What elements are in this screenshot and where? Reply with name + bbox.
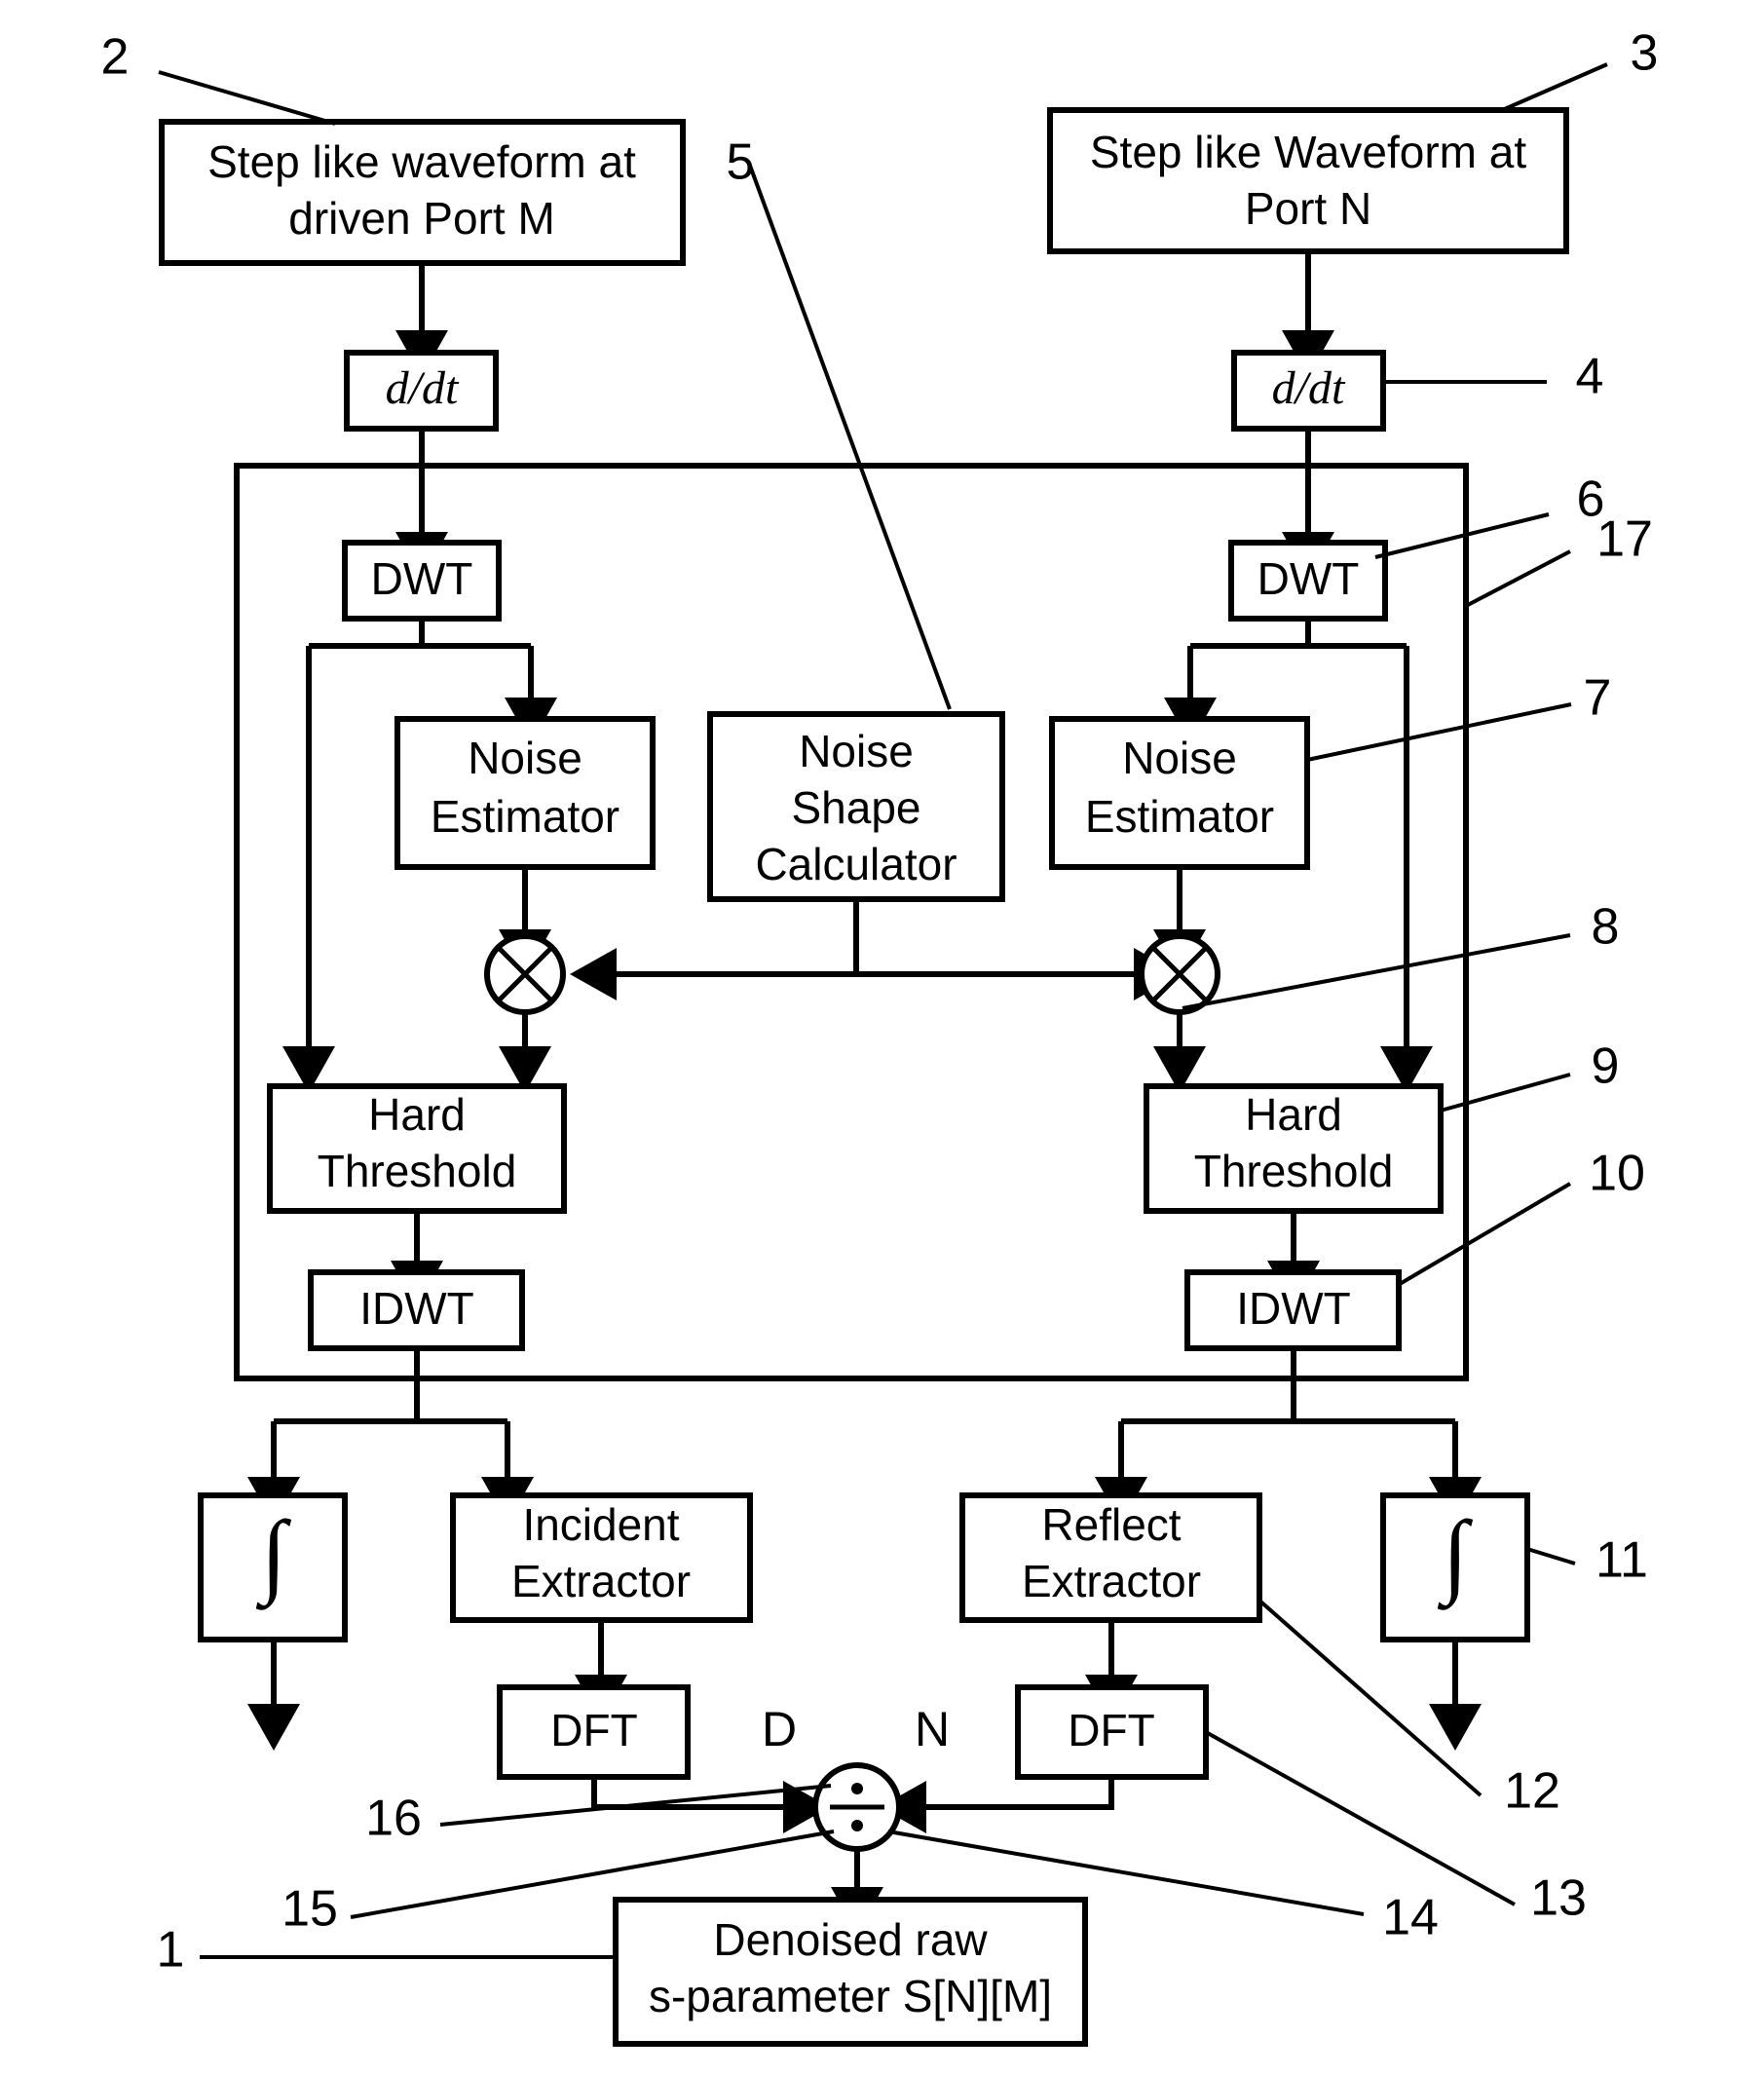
ref-num-11: 11 xyxy=(1595,1532,1648,1589)
dwt-right-label: DWT xyxy=(1257,553,1360,604)
wire-dft-right-to-divider xyxy=(880,1777,1114,1833)
block-diagram-root: Step like waveform at driven Port M Step… xyxy=(0,0,1764,2075)
hard-thresh-left-line1: Hard xyxy=(368,1089,466,1140)
dft-left-label: DFT xyxy=(550,1705,637,1755)
noise-shape-line1: Noise xyxy=(799,726,914,776)
leader-13 xyxy=(1205,1730,1516,1906)
step-n-line1: Step like Waveform at xyxy=(1090,127,1526,177)
hard-thresh-right-line2: Threshold xyxy=(1194,1146,1394,1196)
divider-denominator-label: N xyxy=(915,1702,950,1756)
integrator-right-label: ∫ xyxy=(1437,1501,1474,1610)
ref-num-13: 13 xyxy=(1530,1870,1587,1927)
ref-num-9: 9 xyxy=(1592,1038,1620,1095)
leader-9 xyxy=(1440,1073,1571,1113)
noise-est-right-line1: Noise xyxy=(1122,733,1237,783)
ddt-left-label: d/dt xyxy=(386,362,460,414)
dwt-left-label: DWT xyxy=(371,553,473,604)
hard-thresh-right-line1: Hard xyxy=(1245,1089,1342,1140)
ref-num-10: 10 xyxy=(1589,1146,1645,1202)
ref-num-8: 8 xyxy=(1592,899,1620,956)
leader-17 xyxy=(1465,549,1571,608)
noise-est-left-line1: Noise xyxy=(468,733,582,783)
integrator-left-label: ∫ xyxy=(255,1501,292,1610)
dft-right-label: DFT xyxy=(1068,1705,1154,1755)
leader-2 xyxy=(158,70,336,126)
hard-thresh-left-line2: Threshold xyxy=(318,1146,517,1196)
operator-multiply-left[interactable] xyxy=(484,933,566,1015)
noise-shape-line2: Shape xyxy=(791,782,920,833)
leader-5 xyxy=(748,165,952,710)
ref-num-3: 3 xyxy=(1631,25,1659,82)
idwt-right-label: IDWT xyxy=(1236,1283,1351,1334)
ref-num-14: 14 xyxy=(1382,1890,1439,1946)
divider-numerator-label: D xyxy=(762,1702,797,1756)
noise-est-right-line2: Estimator xyxy=(1085,791,1274,842)
ddt-right-label: d/dt xyxy=(1272,362,1346,414)
operator-multiply-right[interactable] xyxy=(1139,933,1220,1015)
ref-num-16: 16 xyxy=(365,1791,422,1847)
step-m-line1: Step like waveform at xyxy=(207,136,636,187)
diagram-canvas: Step like waveform at driven Port M Step… xyxy=(101,25,1659,2047)
ref-num-4: 4 xyxy=(1576,349,1604,405)
ref-num-12: 12 xyxy=(1504,1763,1560,1820)
incident-extractor-line2: Extractor xyxy=(511,1556,691,1606)
ref-num-1: 1 xyxy=(157,1922,185,1979)
leader-11 xyxy=(1526,1547,1576,1566)
incident-extractor-line1: Incident xyxy=(522,1499,679,1550)
ref-num-5: 5 xyxy=(727,134,755,191)
leader-7 xyxy=(1306,702,1572,762)
noise-shape-line3: Calculator xyxy=(755,839,957,889)
output-line2: s-parameter S[N][M] xyxy=(649,1971,1052,2021)
ref-num-2: 2 xyxy=(101,29,130,86)
idwt-left-label: IDWT xyxy=(359,1283,474,1334)
leader-6 xyxy=(1374,512,1550,559)
reflect-extractor-line1: Reflect xyxy=(1041,1499,1181,1550)
leader-8 xyxy=(1182,933,1571,1010)
ref-num-7: 7 xyxy=(1584,670,1612,727)
output-line1: Denoised raw xyxy=(713,1914,988,1965)
noise-est-left-line2: Estimator xyxy=(431,791,619,842)
leader-3 xyxy=(1499,62,1608,113)
ref-num-15: 15 xyxy=(281,1881,338,1938)
reflect-extractor-line2: Extractor xyxy=(1022,1556,1201,1606)
step-n-line2: Port N xyxy=(1245,183,1371,234)
step-m-line2: driven Port M xyxy=(288,193,555,244)
operator-divide[interactable] xyxy=(812,1762,902,1852)
ref-num-17: 17 xyxy=(1596,511,1653,568)
